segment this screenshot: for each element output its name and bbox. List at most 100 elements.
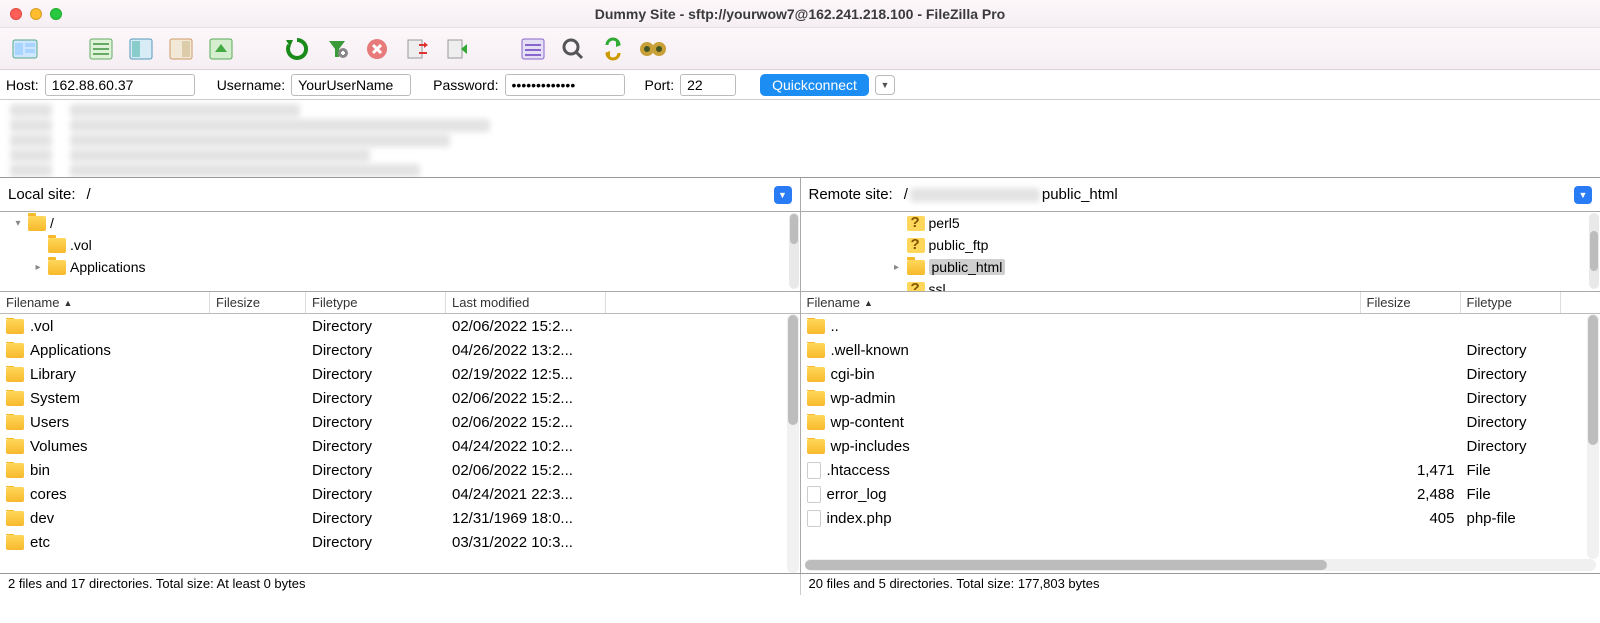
- table-row[interactable]: VolumesDirectory04/24/2022 10:2...: [0, 434, 800, 458]
- log-panel: [0, 100, 1600, 178]
- remote-tree[interactable]: perl5 public_ftp▸public_html ssl: [801, 212, 1600, 292]
- port-input[interactable]: [680, 74, 736, 96]
- tree-item[interactable]: ssl: [881, 278, 1600, 292]
- folder-icon: [48, 238, 66, 253]
- titlebar: Dummy Site - sftp://yourwow7@162.241.218…: [0, 0, 1600, 28]
- folder-icon: [807, 391, 825, 406]
- folder-icon: [807, 415, 825, 430]
- folder-icon: [807, 367, 825, 382]
- table-row[interactable]: .volDirectory02/06/2022 15:2...: [0, 314, 800, 338]
- quickconnect-bar: Host: Username: Password: Port: Quickcon…: [0, 70, 1600, 100]
- scrollbar[interactable]: [789, 213, 799, 289]
- username-input[interactable]: [291, 74, 411, 96]
- tree-item[interactable]: perl5: [881, 212, 1600, 234]
- remote-site-dropdown[interactable]: ▼: [1574, 186, 1592, 204]
- quickconnect-dropdown[interactable]: ▼: [875, 75, 895, 95]
- folder-icon: [6, 535, 24, 550]
- folderq-icon: [907, 216, 925, 231]
- col-filesize[interactable]: Filesize: [210, 292, 306, 313]
- remote-path-prefix: /: [904, 186, 908, 203]
- table-row[interactable]: cgi-binDirectory: [801, 362, 1600, 386]
- col-lastmod[interactable]: Last modified: [446, 292, 606, 313]
- col-filetype[interactable]: Filetype: [306, 292, 446, 313]
- disconnect-icon[interactable]: [400, 33, 434, 65]
- table-row[interactable]: SystemDirectory02/06/2022 15:2...: [0, 386, 800, 410]
- table-row[interactable]: etcDirectory03/31/2022 10:3...: [0, 530, 800, 554]
- close-icon[interactable]: [10, 8, 22, 20]
- tree-item[interactable]: ▾/: [0, 212, 800, 234]
- host-input[interactable]: [45, 74, 195, 96]
- folder-icon: [6, 511, 24, 526]
- col-filetype[interactable]: Filetype: [1461, 292, 1561, 313]
- tree-item[interactable]: ▸Applications: [0, 256, 800, 278]
- table-row[interactable]: UsersDirectory02/06/2022 15:2...: [0, 410, 800, 434]
- folder-icon: [807, 319, 825, 334]
- folder-icon: [907, 260, 925, 275]
- search-icon[interactable]: [556, 33, 590, 65]
- local-file-list: Filename▲ Filesize Filetype Last modifie…: [0, 292, 800, 573]
- table-row[interactable]: wp-contentDirectory: [801, 410, 1600, 434]
- table-row[interactable]: coresDirectory04/24/2021 22:3...: [0, 482, 800, 506]
- filter-icon[interactable]: [320, 33, 354, 65]
- local-site-dropdown[interactable]: ▼: [774, 186, 792, 204]
- local-site-label: Local site:: [8, 186, 76, 203]
- local-pane: Local site: / ▼ ▾/ .vol▸Applications Fil…: [0, 178, 801, 573]
- table-row[interactable]: .well-knownDirectory: [801, 338, 1600, 362]
- toggle-queue-icon[interactable]: [204, 33, 238, 65]
- refresh-icon[interactable]: [280, 33, 314, 65]
- file-icon: [807, 510, 821, 527]
- col-filesize[interactable]: Filesize: [1361, 292, 1461, 313]
- table-row[interactable]: error_log2,488File: [801, 482, 1600, 506]
- tree-item[interactable]: .vol: [0, 234, 800, 256]
- local-tree[interactable]: ▾/ .vol▸Applications: [0, 212, 800, 292]
- tree-item[interactable]: ▸public_html: [881, 256, 1600, 278]
- file-icon: [807, 462, 821, 479]
- file-icon: [807, 486, 821, 503]
- table-row[interactable]: wp-includesDirectory: [801, 434, 1600, 458]
- process-queue-icon[interactable]: [516, 33, 550, 65]
- folder-icon: [6, 415, 24, 430]
- scrollbar[interactable]: [787, 314, 799, 573]
- scrollbar[interactable]: [1587, 314, 1599, 559]
- compare-icon[interactable]: [636, 33, 670, 65]
- password-label: Password:: [433, 77, 498, 93]
- col-filename[interactable]: Filename▲: [0, 292, 210, 313]
- folderq-icon: [907, 238, 925, 253]
- quickconnect-button[interactable]: Quickconnect: [760, 74, 869, 96]
- table-row[interactable]: wp-adminDirectory: [801, 386, 1600, 410]
- sync-browse-icon[interactable]: [596, 33, 630, 65]
- remote-file-list: Filename▲ Filesize Filetype ...well-know…: [801, 292, 1600, 573]
- table-row[interactable]: binDirectory02/06/2022 15:2...: [0, 458, 800, 482]
- remote-pane: Remote site: / public_html ▼ perl5 publi…: [801, 178, 1600, 573]
- remote-site-input[interactable]: / public_html: [899, 183, 1564, 207]
- tree-item[interactable]: public_ftp: [881, 234, 1600, 256]
- table-row[interactable]: .htaccess1,471File: [801, 458, 1600, 482]
- table-row[interactable]: index.php405php-file: [801, 506, 1600, 530]
- toggle-local-tree-icon[interactable]: [124, 33, 158, 65]
- folder-icon: [6, 367, 24, 382]
- username-label: Username:: [217, 77, 285, 93]
- toggle-log-icon[interactable]: [84, 33, 118, 65]
- site-manager-icon[interactable]: [8, 33, 42, 65]
- toggle-remote-tree-icon[interactable]: [164, 33, 198, 65]
- local-site-input[interactable]: /: [82, 183, 764, 207]
- table-row[interactable]: LibraryDirectory02/19/2022 12:5...: [0, 362, 800, 386]
- cancel-icon[interactable]: [360, 33, 394, 65]
- table-row[interactable]: ..: [801, 314, 1600, 338]
- remote-path-suffix: public_html: [1042, 186, 1118, 203]
- folder-icon: [6, 391, 24, 406]
- scrollbar[interactable]: [1589, 213, 1599, 289]
- folder-icon: [48, 260, 66, 275]
- reconnect-icon[interactable]: [440, 33, 474, 65]
- password-input[interactable]: [505, 74, 625, 96]
- folder-icon: [6, 463, 24, 478]
- zoom-icon[interactable]: [50, 8, 62, 20]
- col-filename[interactable]: Filename▲: [801, 292, 1361, 313]
- minimize-icon[interactable]: [30, 8, 42, 20]
- toolbar: [0, 28, 1600, 70]
- table-row[interactable]: devDirectory12/31/1969 18:0...: [0, 506, 800, 530]
- folder-icon: [6, 487, 24, 502]
- table-row[interactable]: ApplicationsDirectory04/26/2022 13:2...: [0, 338, 800, 362]
- folder-icon: [6, 439, 24, 454]
- horizontal-scrollbar[interactable]: [805, 559, 1597, 571]
